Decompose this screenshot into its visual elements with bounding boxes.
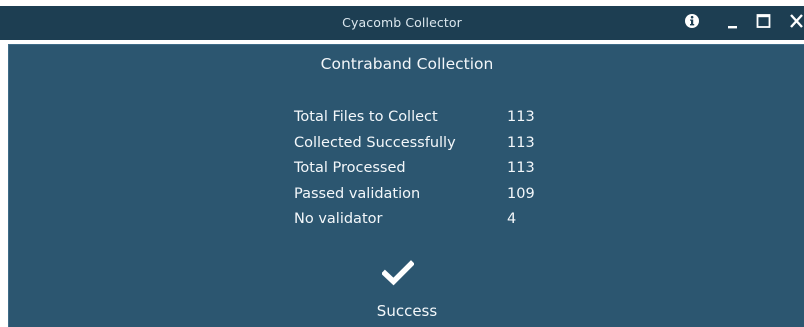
status-text: Success (376, 302, 438, 320)
stat-row-passed-validation: Passed validation 109 (294, 182, 594, 208)
stat-value: 113 (507, 109, 535, 125)
stat-label: Total Files to Collect (294, 109, 438, 125)
stat-row-no-validator: No validator 4 (294, 207, 594, 233)
info-icon[interactable] (683, 10, 705, 34)
panel-title: Contraband Collection (320, 55, 494, 73)
stat-label: No validator (294, 211, 383, 227)
stats-list: Total Files to Collect 113 Collected Suc… (294, 105, 594, 233)
stat-label: Passed validation (294, 185, 421, 202)
collector-window: Cyacomb Collector Contraband Collection … (0, 0, 804, 327)
stat-label: Total Processed (294, 160, 406, 176)
stat-row-total-files: Total Files to Collect 113 (294, 105, 594, 131)
checkmark-icon (381, 260, 415, 286)
stat-label: Collected Successfully (294, 134, 456, 151)
minimize-icon[interactable] (725, 10, 747, 34)
stat-value: 113 (507, 160, 535, 176)
stat-value: 4 (507, 211, 517, 227)
stat-row-processed: Total Processed 113 (294, 156, 594, 182)
collection-panel: Contraband Collection Total Files to Col… (8, 44, 804, 327)
stat-value: 109 (507, 185, 535, 202)
maximize-icon[interactable] (755, 10, 777, 34)
title-bar: Cyacomb Collector (0, 6, 804, 40)
close-icon[interactable] (790, 10, 804, 34)
stat-row-collected: Collected Successfully 113 (294, 131, 594, 157)
stat-value: 113 (507, 134, 535, 151)
